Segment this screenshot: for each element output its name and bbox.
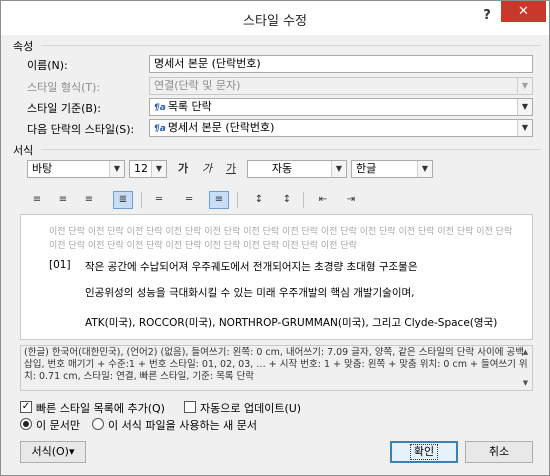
preview-pane: 이전 단락 이전 단락 이전 단락 이전 단락 이전 단락 이전 단락 이전 단…: [20, 214, 533, 340]
increase-indent-icon[interactable]: ⇥: [341, 191, 361, 209]
language-select[interactable]: 한글 ▼: [351, 160, 433, 178]
double-spacing-icon[interactable]: ≡: [209, 191, 229, 209]
language-value: 한글: [356, 162, 377, 175]
based-on-select[interactable]: ¶a 목록 단락 ▼: [149, 98, 533, 116]
align-right-icon[interactable]: ≡: [79, 191, 99, 209]
next-style-label: 다음 단락의 스타일(S):: [27, 123, 135, 136]
style-type-select[interactable]: 연결(단락 및 문자) ▼: [149, 77, 533, 95]
new-documents-label: 이 서식 파일을 사용하는 새 문서: [108, 419, 258, 432]
font-color-select[interactable]: 자동 ▼: [247, 160, 347, 178]
auto-update-checkbox[interactable]: [184, 401, 196, 413]
style-modify-dialog: 스타일 수정 ? ✕ 속성 이름(N): 명세서 본문 (단락번호) 스타일 형…: [0, 0, 550, 476]
style-name-input[interactable]: 명세서 본문 (단락번호): [149, 55, 533, 73]
format-menu-button[interactable]: 서식(O)▾: [20, 441, 86, 463]
align-center-icon[interactable]: ≡: [53, 191, 73, 209]
paragraph-style-icon: ¶a: [154, 124, 166, 134]
font-select[interactable]: 바탕 ▼: [27, 160, 125, 178]
style-type-label: 스타일 형식(T):: [27, 81, 101, 94]
one-half-spacing-icon[interactable]: ═: [179, 191, 199, 209]
chevron-down-icon: ▼: [517, 99, 532, 115]
formatting-divider: [41, 149, 541, 150]
new-documents-radio[interactable]: [92, 418, 104, 430]
decrease-spacing-icon[interactable]: ↕: [277, 191, 297, 209]
title-bar: 스타일 수정 ? ✕: [1, 1, 549, 35]
next-style-value: 명세서 본문 (단락번호): [167, 121, 275, 134]
paragraph-style-icon: ¶a: [154, 103, 166, 113]
auto-update-label: 자동으로 업데이트(U): [200, 402, 302, 415]
previous-paragraph-text: 이전 단락 이전 단락 이전 단락 이전 단락 이전 단락 이전 단락 이전 단…: [49, 227, 513, 251]
formatting-section-label: 서식: [13, 144, 34, 157]
sample-line-1: 작은 공간에 수납되어져 우주궤도에서 전개되어지는 초경량 초대형 구조물은: [85, 261, 418, 273]
style-description: (한글) 한국어(대한민국), (언어2) (없음), 들여쓰기: 왼쪽: 0 …: [20, 345, 533, 391]
chevron-down-icon: ▼: [109, 161, 124, 177]
chevron-down-icon: ▼: [517, 120, 532, 136]
properties-section-label: 속성: [13, 40, 34, 53]
increase-spacing-icon[interactable]: ↕: [249, 191, 269, 209]
paragraph-number: [01]: [49, 259, 71, 271]
toolbar-separator: [141, 192, 142, 208]
next-style-select[interactable]: ¶a 명세서 본문 (단락번호) ▼: [149, 119, 533, 137]
font-value: 바탕: [32, 162, 53, 175]
scroll-up-icon[interactable]: ▲: [519, 346, 532, 359]
sample-line-3: ATK(미국), ROCCOR(미국), NORTHROP-GRUMMAN(미국…: [85, 317, 498, 329]
cancel-button[interactable]: 취소: [465, 441, 533, 463]
sample-line-2: 인공위성의 성능을 극대화시킬 수 있는 미래 우주개발의 핵심 개발기술이며,: [85, 287, 415, 299]
chevron-down-icon: ▼: [417, 161, 432, 177]
toolbar-separator: [303, 192, 304, 208]
bold-button[interactable]: 가: [173, 160, 193, 178]
ok-button-label: 확인: [409, 444, 439, 460]
align-justify-icon[interactable]: ≣: [113, 191, 133, 209]
name-label: 이름(N):: [27, 59, 68, 72]
chevron-down-icon: ▼: [517, 78, 532, 94]
align-left-icon[interactable]: ≡: [27, 191, 47, 209]
style-type-value: 연결(단락 및 문자): [154, 79, 241, 92]
scroll-down-icon[interactable]: ▼: [519, 377, 532, 390]
this-document-label: 이 문서만: [36, 419, 80, 432]
underline-button[interactable]: 가: [221, 160, 241, 178]
based-on-value: 목록 단락: [167, 100, 212, 113]
quick-style-checkbox[interactable]: ✓: [20, 401, 32, 413]
chevron-down-icon: ▼: [151, 161, 166, 177]
decrease-indent-icon[interactable]: ⇤: [313, 191, 333, 209]
single-spacing-icon[interactable]: ═: [149, 191, 169, 209]
font-size-select[interactable]: 12 ▼: [129, 160, 167, 178]
based-on-label: 스타일 기준(B):: [27, 102, 101, 115]
close-button[interactable]: ✕: [501, 1, 546, 22]
help-button[interactable]: ?: [477, 5, 497, 27]
font-size-value: 12: [134, 162, 148, 175]
italic-button[interactable]: 가: [197, 160, 217, 178]
toolbar-separator: [237, 192, 238, 208]
radio-selected-dot: [23, 421, 29, 427]
this-document-radio[interactable]: [20, 418, 32, 430]
description-text: (한글) 한국어(대한민국), (언어2) (없음), 들여쓰기: 왼쪽: 0 …: [24, 347, 528, 382]
dialog-title: 스타일 수정: [243, 14, 307, 29]
ok-button[interactable]: 확인: [390, 441, 458, 463]
quick-style-label: 빠른 스타일 목록에 추가(Q): [36, 402, 165, 415]
chevron-down-icon: ▼: [331, 161, 346, 177]
properties-divider: [41, 45, 541, 46]
font-color-value: 자동: [271, 162, 293, 175]
